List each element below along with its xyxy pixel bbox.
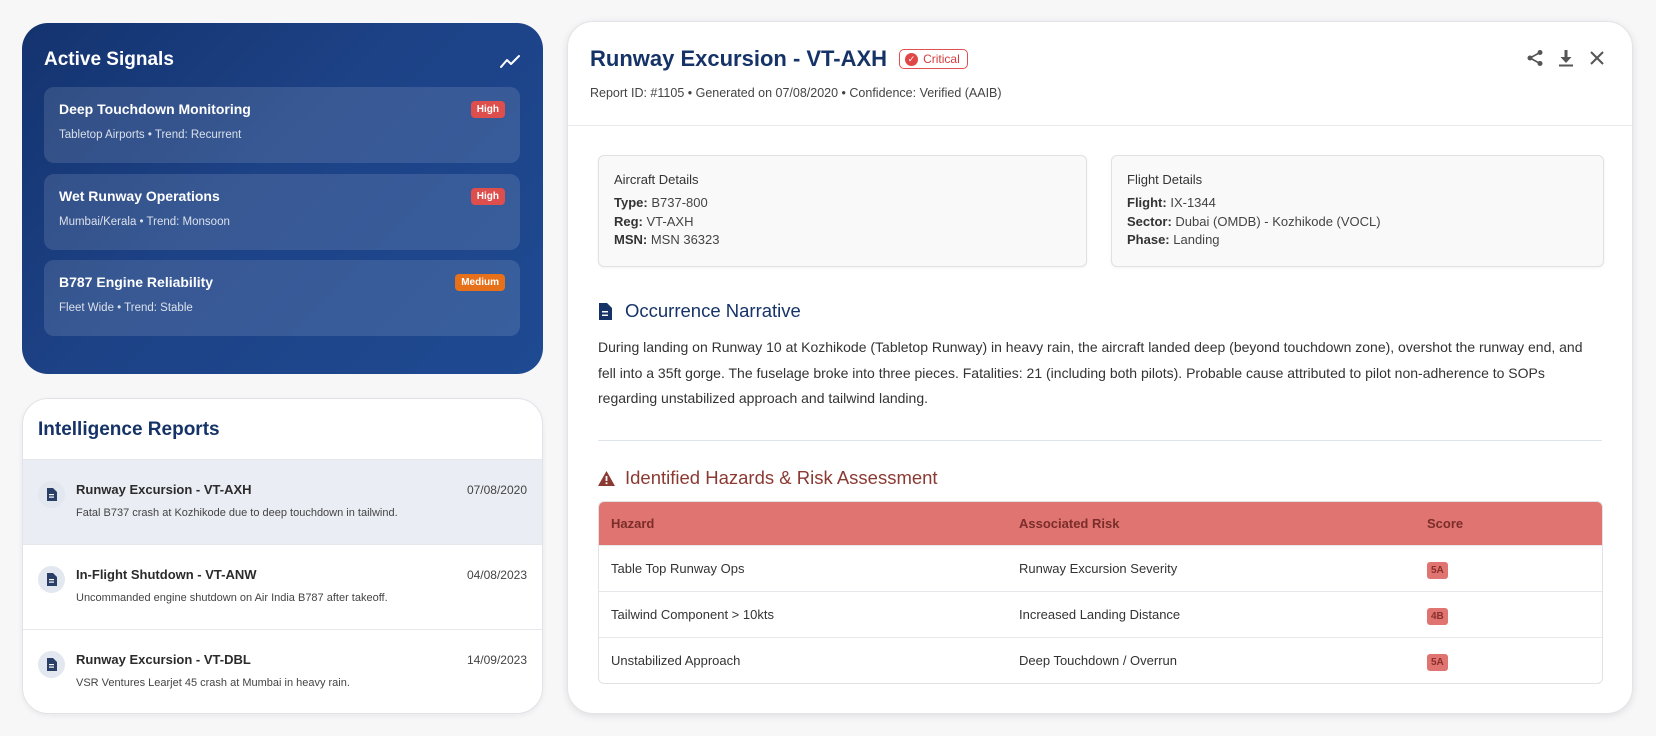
- document-icon: [38, 651, 65, 678]
- aircraft-reg-row: Reg: VT-AXH: [614, 213, 694, 229]
- column-header-hazard: Hazard: [611, 516, 655, 531]
- signal-card[interactable]: Deep Touchdown Monitoring Tabletop Airpo…: [44, 87, 520, 163]
- severity-badge: ✓ Critical: [899, 49, 968, 69]
- active-signals-panel: Active Signals Deep Touchdown Monitoring…: [22, 23, 543, 374]
- details-cards: Aircraft Details Type: B737-800 Reg: VT-…: [598, 155, 1604, 267]
- report-title: Runway Excursion - VT-AXH: [76, 482, 252, 497]
- section-divider: [598, 440, 1602, 441]
- report-list-item[interactable]: Runway Excursion - VT-AXH 07/08/2020 Fat…: [23, 460, 542, 545]
- intelligence-reports-panel: Intelligence Reports Runway Excursion - …: [22, 398, 543, 714]
- report-meta: Report ID: #1105 • Generated on 07/08/20…: [590, 86, 1002, 100]
- score-cell: 4B: [1415, 604, 1602, 625]
- report-summary: Uncommanded engine shutdown on Air India…: [76, 592, 388, 604]
- active-signals-title: Active Signals: [44, 49, 174, 70]
- narrative-section-title: Occurrence Narrative: [598, 300, 801, 322]
- risk-cell: Increased Landing Distance: [1019, 607, 1181, 622]
- warning-icon: [598, 470, 615, 487]
- hazard-cell: Table Top Runway Ops: [611, 561, 745, 576]
- table-row: Tailwind Component > 10kts Increased Lan…: [599, 591, 1602, 637]
- report-title: Runway Excursion - VT-AXH: [590, 46, 888, 71]
- detail-header: Runway Excursion - VT-AXH ✓ Critical Repor…: [568, 22, 1632, 126]
- report-detail-panel: Runway Excursion - VT-AXH ✓ Critical Repor…: [567, 21, 1633, 714]
- signal-card[interactable]: Wet Runway Operations Mumbai/Kerala • Tr…: [44, 174, 520, 250]
- document-icon: [38, 481, 65, 508]
- occurrence-narrative: During landing on Runway 10 at Kozhikode…: [598, 339, 1583, 406]
- risk-cell: Runway Excursion Severity: [1019, 561, 1178, 576]
- severity-label: Critical: [923, 52, 960, 66]
- table-row: Table Top Runway Ops Runway Excursion Se…: [599, 545, 1602, 591]
- report-title: Runway Excursion - VT-DBL: [76, 652, 251, 667]
- score-badge: 5A: [1427, 654, 1448, 671]
- signal-title: B787 Engine Reliability: [59, 274, 214, 290]
- report-title: In-Flight Shutdown - VT-ANW: [76, 567, 257, 582]
- share-icon[interactable]: [1526, 49, 1544, 67]
- flight-details-card: Flight Details Flight: IX-1344 Sector: D…: [1111, 155, 1604, 267]
- signal-card[interactable]: B787 Engine Reliability Fleet Wide • Tre…: [44, 260, 520, 336]
- aircraft-details-heading: Aircraft Details: [614, 172, 699, 187]
- table-header: Hazard Associated Risk Score: [599, 502, 1602, 545]
- hazards-title: Identified Hazards & Risk Assessment: [625, 467, 938, 488]
- download-icon[interactable]: [1557, 49, 1575, 67]
- signal-title: Wet Runway Operations: [59, 188, 220, 204]
- flight-details-heading: Flight Details: [1127, 172, 1203, 187]
- report-list-item[interactable]: Runway Excursion - VT-DBL 14/09/2023 VSR…: [23, 630, 542, 713]
- hazard-cell: Tailwind Component > 10kts: [611, 607, 774, 622]
- narrative-title: Occurrence Narrative: [625, 300, 801, 321]
- report-date: 07/08/2020: [466, 483, 527, 497]
- report-list-item[interactable]: In-Flight Shutdown - VT-ANW 04/08/2023 U…: [23, 545, 542, 630]
- close-icon[interactable]: [1588, 49, 1606, 67]
- signal-title: Deep Touchdown Monitoring: [59, 101, 251, 117]
- flight-sector-row: Sector: Dubai (OMDB) - Kozhikode (VOCL): [1127, 213, 1381, 229]
- signal-subtitle: Fleet Wide • Trend: Stable: [59, 302, 193, 314]
- signal-subtitle: Mumbai/Kerala • Trend: Monsoon: [59, 216, 230, 228]
- hazard-cell: Unstabilized Approach: [611, 653, 741, 668]
- aircraft-msn-row: MSN: MSN 36323: [614, 232, 720, 247]
- flight-phase-row: Phase: Landing: [1127, 232, 1220, 247]
- score-badge: 4B: [1427, 608, 1448, 625]
- hazards-section-title: Identified Hazards & Risk Assessment: [598, 467, 938, 489]
- signal-subtitle: Tabletop Airports • Trend: Recurrent: [59, 129, 242, 141]
- score-cell: 5A: [1415, 558, 1602, 579]
- priority-badge: Medium: [455, 274, 505, 291]
- report-date: 04/08/2023: [466, 568, 527, 582]
- report-summary: VSR Ventures Learjet 45 crash at Mumbai …: [76, 677, 350, 689]
- score-badge: 5A: [1427, 562, 1448, 579]
- risk-cell: Deep Touchdown / Overrun: [1019, 653, 1178, 668]
- report-summary: Fatal B737 crash at Kozhikode due to dee…: [76, 507, 398, 519]
- column-header-score: Score: [1427, 516, 1464, 531]
- trend-line-icon[interactable]: [499, 51, 521, 73]
- report-date: 14/09/2023: [466, 653, 527, 667]
- score-cell: 5A: [1415, 650, 1602, 671]
- document-icon: [38, 566, 65, 593]
- aircraft-details-card: Aircraft Details Type: B737-800 Reg: VT-…: [598, 155, 1087, 267]
- intelligence-reports-title: Intelligence Reports: [23, 399, 542, 460]
- hazards-table: Hazard Associated Risk Score Table Top R…: [598, 501, 1603, 684]
- check-circle-icon: ✓: [905, 52, 919, 66]
- priority-badge: High: [470, 188, 505, 205]
- document-icon: [598, 302, 615, 320]
- priority-badge: High: [470, 101, 505, 118]
- column-header-risk: Associated Risk: [1019, 516, 1120, 531]
- header-actions: [1526, 49, 1606, 67]
- aircraft-type-row: Type: B737-800: [614, 195, 708, 210]
- table-row: Unstabilized Approach Deep Touchdown / O…: [599, 637, 1602, 683]
- flight-number-row: Flight: IX-1344: [1127, 195, 1216, 210]
